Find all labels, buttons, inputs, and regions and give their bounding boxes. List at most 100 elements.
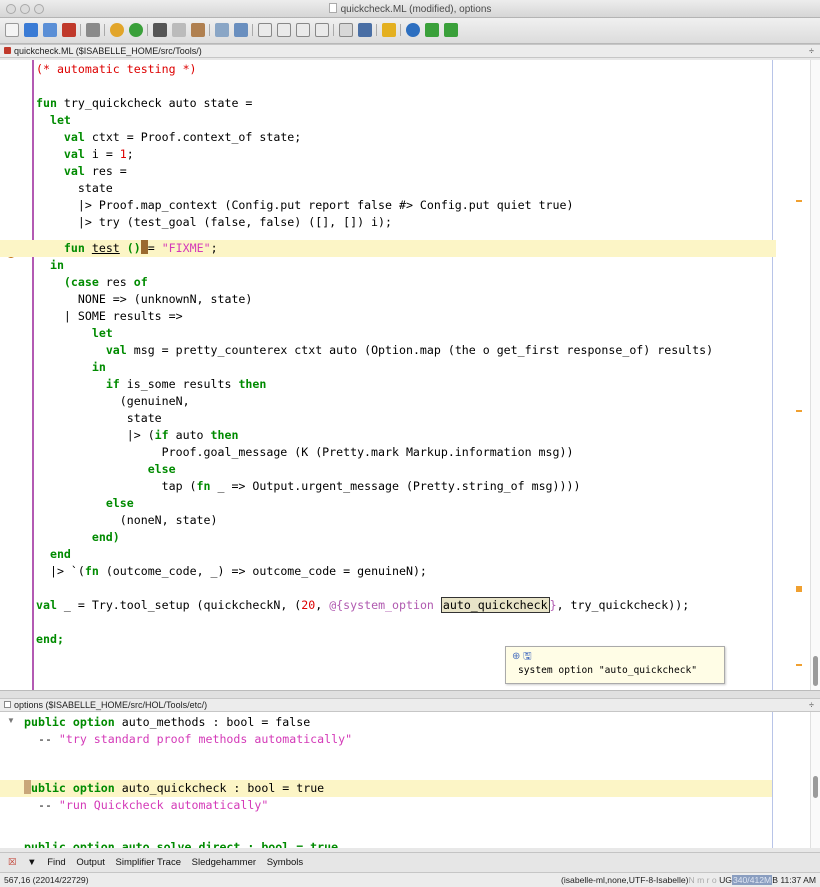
status-bar: 567,16 (22014/22729) (isabelle-ml,none,U…: [0, 872, 820, 887]
code-line: (* automatic testing *): [36, 62, 197, 76]
dock-tab-output[interactable]: Output: [76, 857, 105, 868]
buffer-switcher-bottom[interactable]: options ($ISABELLE_HOME/src/HOL/Tools/et…: [0, 698, 820, 712]
code-line: | SOME results =>: [63, 309, 183, 323]
global-options-icon[interactable]: [358, 23, 372, 37]
cut-icon[interactable]: [153, 23, 167, 37]
redo-icon[interactable]: [129, 23, 143, 37]
title-bar: quickcheck.ML (modified), options: [0, 0, 820, 18]
code-line: -- "run Quickcheck automatically": [24, 798, 269, 812]
buffer-mode[interactable]: (isabelle-ml,none,UTF-8-Isabelle): [561, 875, 689, 885]
buffer-dropdown-arrow-icon[interactable]: ÷: [809, 699, 814, 711]
code-line: let: [91, 326, 113, 340]
tooltip-icons[interactable]: ⊕ 🖫: [512, 649, 532, 666]
document-icon: [328, 3, 337, 13]
scrollbar-thumb[interactable]: [813, 776, 818, 798]
code-line: public option auto_methods : bool = fals…: [24, 715, 311, 729]
find-icon[interactable]: [215, 23, 229, 37]
dock-bar: ☒ ▼ Find Output Simplifier Trace Sledgeh…: [0, 852, 820, 872]
open-file-icon[interactable]: [24, 23, 38, 37]
clock: 11:37 AM: [780, 875, 816, 885]
code-line: val res =: [63, 164, 127, 178]
new-file-icon[interactable]: [5, 23, 19, 37]
toolbar-separator: [400, 24, 401, 36]
text-cursor: [140, 240, 148, 254]
buffer-switcher-top[interactable]: quickcheck.ML ($ISABELLE_HOME/src/Tools/…: [0, 44, 820, 58]
copy-icon[interactable]: [172, 23, 186, 37]
dock-tab-simplifier-trace[interactable]: Simplifier Trace: [116, 857, 181, 868]
code-line: public option auto_solve_direct : bool =…: [24, 840, 339, 848]
close-dock-icon[interactable]: ☒: [8, 857, 17, 868]
toolbar-separator: [209, 24, 210, 36]
text-cursor: [24, 780, 31, 794]
code-line: in: [91, 360, 106, 374]
code-line: |> try (test_goal (false, false) ([], []…: [77, 215, 392, 229]
tooltip-text: system option "auto_quickcheck": [518, 665, 698, 676]
tooltip-popup[interactable]: ⊕ 🖫 system option "auto_quickcheck": [505, 646, 725, 684]
plugin-manager-icon[interactable]: [382, 23, 396, 37]
unsplit-icon[interactable]: [277, 23, 291, 37]
code-line: let: [49, 113, 71, 127]
memory-indicator[interactable]: 340/412M: [731, 875, 773, 885]
fold-icon[interactable]: [258, 23, 272, 37]
scrollbar-thumb[interactable]: [813, 656, 818, 686]
buffer-dropdown-arrow-icon[interactable]: ÷: [809, 45, 814, 57]
buffer-options-icon[interactable]: [339, 23, 353, 37]
code-line: state: [126, 411, 162, 425]
pane-splitter[interactable]: [0, 690, 820, 698]
code-line: if is_some results then: [105, 377, 267, 391]
save-file-icon[interactable]: [43, 23, 57, 37]
code-line: val _ = Try.tool_setup (quickcheckN, (20…: [36, 597, 690, 613]
vertical-scrollbar[interactable]: [810, 60, 820, 690]
dock-menu-arrow-icon[interactable]: ▼: [27, 857, 36, 868]
code-line: (noneN, state): [119, 513, 218, 527]
overview-marker[interactable]: [796, 410, 802, 412]
dock-tab-symbols[interactable]: Symbols: [267, 857, 303, 868]
code-line: val i = 1;: [63, 147, 134, 161]
overview-marker[interactable]: [796, 586, 802, 592]
find-replace-icon[interactable]: [234, 23, 248, 37]
dock-tab-find[interactable]: Find: [47, 857, 65, 868]
paste-icon[interactable]: [191, 23, 205, 37]
code-line: in: [49, 258, 64, 272]
buffer-icon: [4, 701, 11, 708]
overview-warning-marker[interactable]: [796, 200, 802, 202]
code-line: else: [147, 462, 176, 476]
close-file-icon[interactable]: [62, 23, 76, 37]
forward-arrow-icon[interactable]: [444, 23, 458, 37]
overview-marker[interactable]: [796, 664, 802, 666]
print-icon[interactable]: [86, 23, 100, 37]
editor-pane-quickcheck[interactable]: (* automatic testing *) fun try_quickche…: [0, 60, 820, 690]
vertical-scrollbar[interactable]: [810, 712, 820, 848]
code-line: Proof.goal_message (K (Pretty.mark Marku…: [161, 445, 574, 459]
split-horizontal-icon[interactable]: [296, 23, 310, 37]
fold-arrow-icon[interactable]: ▼: [7, 716, 15, 725]
editor-flags[interactable]: N m r o: [689, 875, 717, 885]
code-line: val msg = pretty_counterex ctxt auto (Op…: [105, 343, 714, 357]
caret-position[interactable]: 567,16 (22014/22729): [4, 873, 89, 887]
code-line: NONE => (unknownN, state): [77, 292, 253, 306]
editor-pane-options[interactable]: ▼ ▼ public option auto_methods : bool = …: [0, 712, 820, 848]
toolbar-separator: [80, 24, 81, 36]
code-line: |> (if auto then: [126, 428, 239, 442]
ug-indicator: UG: [719, 875, 732, 885]
code-line: -- "try standard proof methods automatic…: [24, 732, 353, 746]
help-icon[interactable]: [406, 23, 420, 37]
code-line: (genuineN,: [119, 394, 190, 408]
modified-buffer-icon: [4, 47, 11, 54]
toolbar-separator: [252, 24, 253, 36]
code-line-current: ublic option auto_quickcheck : bool = tr…: [0, 780, 772, 797]
toolbar: [0, 18, 820, 44]
back-arrow-icon[interactable]: [425, 23, 439, 37]
toolbar-separator: [104, 24, 105, 36]
toolbar-separator: [147, 24, 148, 36]
code-line: |> Proof.map_context (Config.put report …: [77, 198, 574, 212]
editor-gutter[interactable]: [0, 60, 34, 690]
code-line: tap (fn _ => Output.urgent_message (Pret…: [161, 479, 581, 493]
split-vertical-icon[interactable]: [315, 23, 329, 37]
undo-icon[interactable]: [110, 23, 124, 37]
code-line: (case res of: [63, 275, 148, 289]
dock-tab-sledgehammer[interactable]: Sledgehammer: [192, 857, 256, 868]
code-line: end): [91, 530, 120, 544]
window-title: quickcheck.ML (modified), options: [0, 3, 820, 15]
code-line-current: fun test () = "FIXME";: [0, 240, 776, 257]
